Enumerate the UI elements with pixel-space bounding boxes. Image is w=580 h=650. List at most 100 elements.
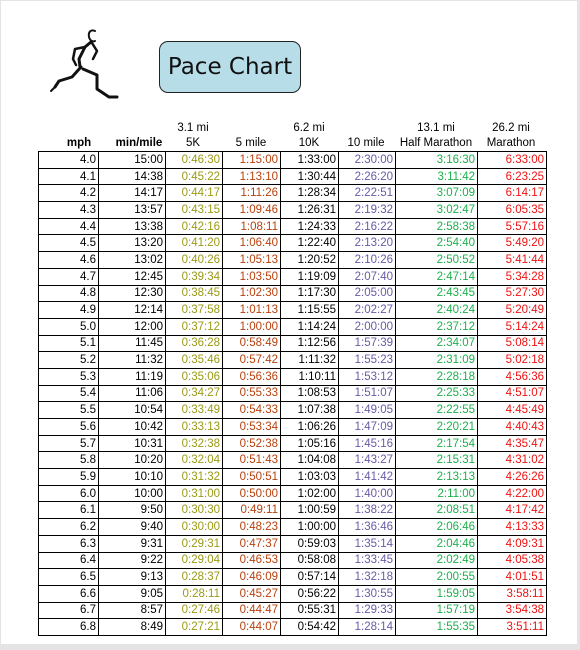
cell-5-mile: 0:46:09 (222, 568, 281, 586)
cell-marathon: 4:05:38 (477, 551, 547, 570)
header-half-distance: 13.1 mi (417, 122, 455, 134)
cell-10-mile: 1:38:22 (338, 501, 396, 520)
cell-10k: 1:00:59 (280, 501, 339, 520)
cell-5-mile: 0:48:23 (222, 518, 281, 536)
cell-5k: 0:32:38 (165, 434, 223, 453)
cell-min-mile: 11:32 (98, 351, 166, 369)
cell-10-mile: 2:26:20 (338, 167, 396, 186)
cell-10-mile: 2:07:40 (338, 267, 396, 286)
page: Pace Chart 3.1 mi 6.2 mi 13.1 mi 26.2 mi… (1, 1, 577, 644)
cell-min-mile: 14:38 (98, 167, 166, 186)
cell-mph: 6.0 (38, 484, 99, 503)
cell-half-marathon: 2:00:55 (395, 568, 478, 586)
table-row: 5.3 11:19 0:35:06 0:56:36 1:10:11 1:53:12 2:28… (38, 367, 547, 386)
cell-min-mile: 12:14 (98, 301, 166, 319)
cell-half-marathon: 3:07:09 (395, 184, 478, 203)
cell-half-marathon: 2:15:31 (395, 451, 478, 470)
cell-5k: 0:31:00 (165, 484, 223, 503)
cell-half-marathon: 2:25:33 (395, 384, 478, 403)
cell-min-mile: 9:31 (98, 534, 166, 553)
header-10-mile: 10 mile (347, 137, 385, 149)
cell-mph: 4.1 (38, 167, 99, 186)
cell-5-mile: 0:44:07 (222, 618, 281, 636)
table-row: 4.0 15:00 0:46:30 1:15:00 1:33:00 2:30:00 3:16… (38, 151, 547, 169)
cell-10k: 1:12:56 (280, 334, 339, 353)
cell-5k: 0:27:21 (165, 618, 223, 636)
cell-10-mile: 1:35:14 (338, 534, 396, 553)
cell-10-mile: 1:32:18 (338, 568, 396, 586)
cell-mph: 5.2 (38, 351, 99, 369)
table-row: 6.1 9:50 0:30:30 0:49:11 1:00:59 1:38:22 2:08:… (38, 501, 547, 520)
table-row: 4.7 12:45 0:39:34 1:03:50 1:19:09 2:07:40 2:47… (38, 267, 547, 286)
cell-10k: 1:33:00 (280, 151, 339, 169)
cell-min-mile: 9:05 (98, 584, 166, 603)
cell-5-mile: 1:11:26 (222, 184, 281, 203)
cell-5-mile: 0:44:47 (222, 601, 281, 620)
cell-10k: 1:00:00 (280, 518, 339, 536)
cell-5-mile: 1:02:30 (222, 284, 281, 303)
cell-min-mile: 10:42 (98, 418, 166, 436)
cell-5-mile: 0:47:37 (222, 534, 281, 553)
cell-10-mile: 1:47:09 (338, 418, 396, 436)
cell-half-marathon: 2:50:52 (395, 251, 478, 269)
cell-mph: 5.8 (38, 451, 99, 470)
cell-half-marathon: 3:02:47 (395, 201, 478, 219)
cell-5-mile: 1:01:13 (222, 301, 281, 319)
cell-mph: 5.1 (38, 334, 99, 353)
cell-5k: 0:45:22 (165, 167, 223, 186)
cell-marathon: 6:23:25 (477, 167, 547, 186)
cell-10k: 1:02:00 (280, 484, 339, 503)
cell-5k: 0:42:16 (165, 217, 223, 236)
cell-10-mile: 2:22:51 (338, 184, 396, 203)
cell-half-marathon: 2:43:45 (395, 284, 478, 303)
pace-table: 4.0 15:00 0:46:30 1:15:00 1:33:00 2:30:00 3:16… (38, 151, 547, 636)
cell-5-mile: 0:58:49 (222, 334, 281, 353)
cell-min-mile: 11:45 (98, 334, 166, 353)
cell-5-mile: 1:13:10 (222, 167, 281, 186)
cell-5-mile: 0:52:38 (222, 434, 281, 453)
cell-10-mile: 2:16:22 (338, 217, 396, 236)
cell-marathon: 4:35:47 (477, 434, 547, 453)
cell-5k: 0:30:00 (165, 518, 223, 536)
table-row: 5.9 10:10 0:31:32 0:50:51 1:03:03 1:41:42 2:13… (38, 468, 547, 486)
cell-10k: 0:59:03 (280, 534, 339, 553)
table-row: 6.3 9:31 0:29:31 0:47:37 0:59:03 1:35:14 2:04:… (38, 534, 547, 553)
cell-half-marathon: 2:58:38 (395, 217, 478, 236)
cell-5-mile: 0:57:42 (222, 351, 281, 369)
cell-5-mile: 1:08:11 (222, 217, 281, 236)
cell-10-mile: 2:10:26 (338, 251, 396, 269)
header-10k: 10K (298, 137, 320, 149)
table-row: 6.4 9:22 0:29:04 0:46:53 0:58:08 1:33:45 2:02:… (38, 551, 547, 570)
table-row: 4.1 14:38 0:45:22 1:13:10 1:30:44 2:26:20 3:11… (38, 167, 547, 186)
cell-10k: 1:28:34 (280, 184, 339, 203)
cell-10k: 0:56:22 (280, 584, 339, 603)
cell-min-mile: 9:13 (98, 568, 166, 586)
cell-marathon: 5:14:24 (477, 317, 547, 336)
table-row: 6.7 8:57 0:27:46 0:44:47 0:55:31 1:29:33 1:57:… (38, 601, 547, 620)
table-row: 5.2 11:32 0:35:46 0:57:42 1:11:32 1:55:23 2:31… (38, 351, 547, 369)
cell-half-marathon: 2:34:07 (395, 334, 478, 353)
cell-half-marathon: 2:11:00 (395, 484, 478, 503)
cell-marathon: 4:17:42 (477, 501, 547, 520)
cell-mph: 5.4 (38, 384, 99, 403)
cell-min-mile: 13:38 (98, 217, 166, 236)
cell-10k: 1:26:31 (280, 201, 339, 219)
table-row: 4.8 12:30 0:38:45 1:02:30 1:17:30 2:05:00 2:43… (38, 284, 547, 303)
cell-mph: 6.5 (38, 568, 99, 586)
table-row: 6.0 10:00 0:31:00 0:50:00 1:02:00 1:40:00 2:11… (38, 484, 547, 503)
cell-half-marathon: 2:37:12 (395, 317, 478, 336)
table-row: 4.6 13:02 0:40:26 1:05:13 1:20:52 2:10:26 2:50… (38, 251, 547, 269)
cell-marathon: 4:09:31 (477, 534, 547, 553)
cell-marathon: 5:27:30 (477, 284, 547, 303)
header-half-marathon: Half Marathon (399, 137, 473, 149)
cell-5k: 0:43:15 (165, 201, 223, 219)
cell-marathon: 5:20:49 (477, 301, 547, 319)
table-row: 5.6 10:42 0:33:13 0:53:34 1:06:26 1:47:09 2:20… (38, 418, 547, 436)
cell-marathon: 5:57:16 (477, 217, 547, 236)
cell-10k: 0:55:31 (280, 601, 339, 620)
cell-10k: 1:15:55 (280, 301, 339, 319)
cell-5-mile: 0:55:33 (222, 384, 281, 403)
cell-10-mile: 1:53:12 (338, 367, 396, 386)
cell-half-marathon: 1:57:19 (395, 601, 478, 620)
cell-10-mile: 1:30:55 (338, 584, 396, 603)
